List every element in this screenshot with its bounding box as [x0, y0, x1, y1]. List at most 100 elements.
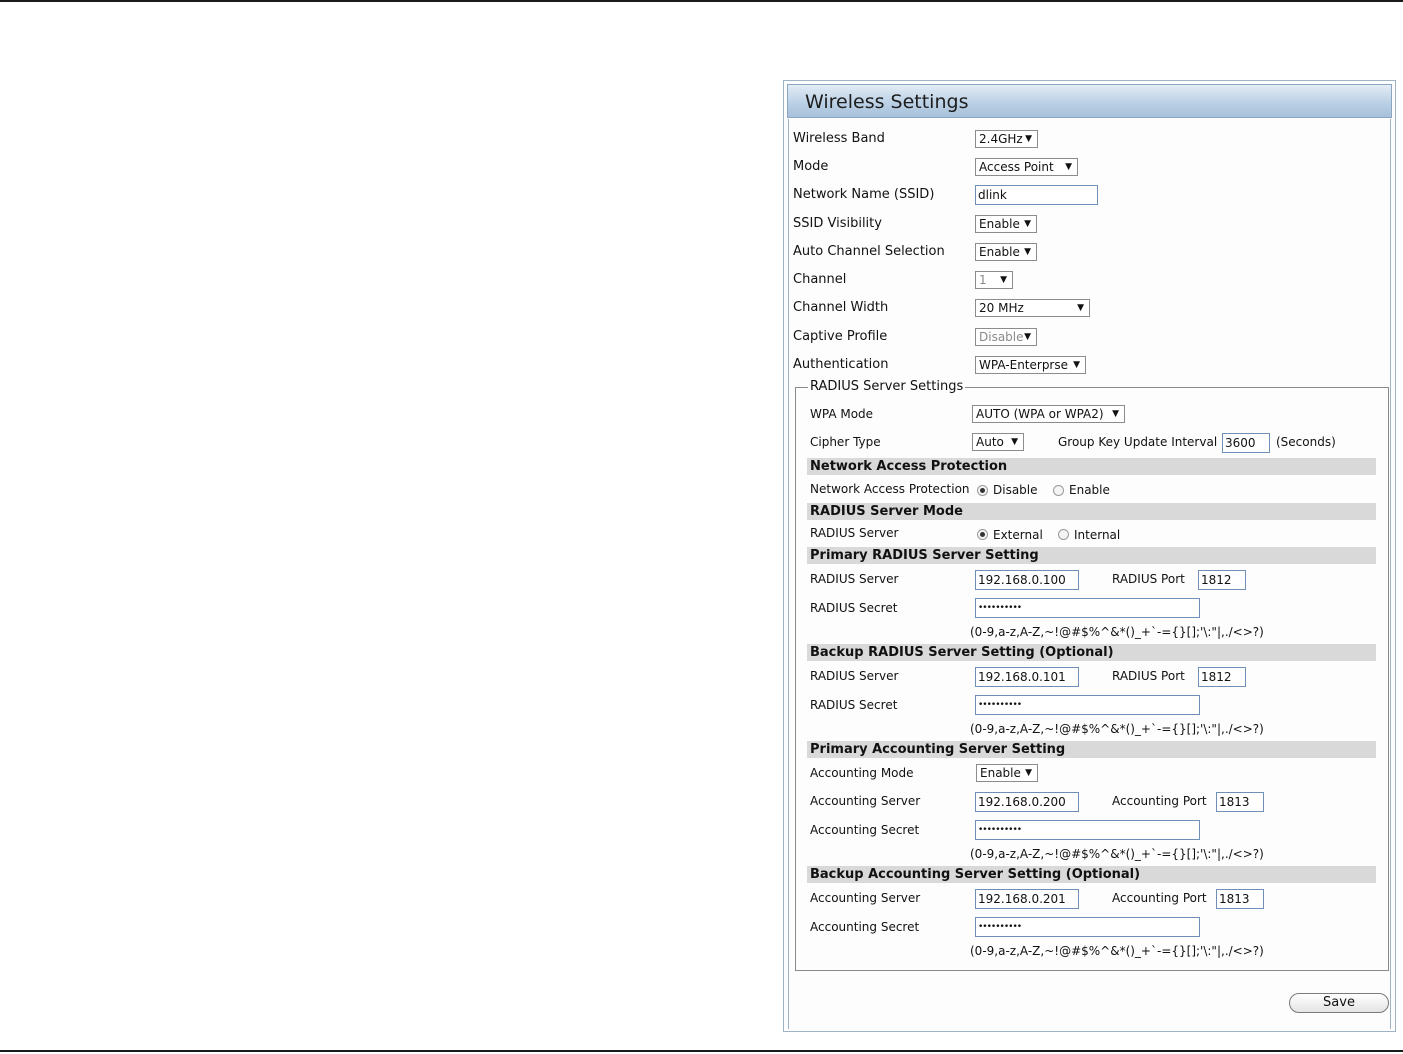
backup-acct-section-header: Backup Accounting Server Setting (Option…: [807, 866, 1376, 883]
chevron-down-icon: ▼: [1000, 275, 1007, 285]
primary-radius-section-header: Primary RADIUS Server Setting: [807, 547, 1376, 564]
chevron-down-icon: ▼: [1077, 303, 1084, 313]
chevron-down-icon: ▼: [1025, 768, 1032, 778]
channel-select[interactable]: 1 ▼: [975, 271, 1013, 289]
auto-channel-value: Enable: [979, 245, 1020, 259]
ssid-visibility-value: Enable: [979, 217, 1020, 231]
channel-label: Channel: [793, 272, 847, 287]
ssid-label: Network Name (SSID): [793, 187, 935, 202]
auto-channel-select[interactable]: Enable ▼: [975, 243, 1037, 261]
primary-radius-server-input[interactable]: 192.168.0.100: [975, 570, 1079, 590]
primary-radius-section-title: Primary RADIUS Server Setting: [810, 548, 1039, 563]
backup-acct-section-title: Backup Accounting Server Setting (Option…: [810, 867, 1141, 882]
backup-acct-server-input[interactable]: 192.168.0.201: [975, 889, 1079, 909]
backup-acct-port-label: Accounting Port: [1112, 891, 1207, 905]
nap-enable-label: Enable: [1069, 483, 1110, 497]
primary-acct-section-title: Primary Accounting Server Setting: [810, 742, 1066, 757]
mode-select[interactable]: Access Point ▼: [975, 158, 1078, 176]
server-mode-label: RADIUS Server: [810, 526, 899, 540]
chevron-down-icon: ▼: [1024, 219, 1031, 229]
internal-label: Internal: [1074, 528, 1121, 542]
save-button[interactable]: Save: [1289, 993, 1389, 1013]
accounting-mode-label: Accounting Mode: [810, 766, 914, 780]
cipher-type-label: Cipher Type: [810, 435, 881, 449]
chevron-down-icon: ▼: [1073, 360, 1080, 370]
chevron-down-icon: ▼: [1112, 409, 1119, 419]
backup-radius-server-input[interactable]: 192.168.0.101: [975, 667, 1079, 687]
nap-enable-radio[interactable]: [1053, 485, 1064, 496]
primary-radius-port-label: RADIUS Port: [1112, 572, 1185, 586]
external-radio[interactable]: [977, 529, 988, 540]
cipher-type-select[interactable]: Auto ▼: [972, 433, 1024, 451]
chevron-down-icon: ▼: [1065, 162, 1072, 172]
radius-settings-legend: RADIUS Server Settings: [808, 379, 966, 394]
nap-disable-radio[interactable]: [977, 485, 988, 496]
backup-acct-port-input[interactable]: 1813: [1216, 889, 1264, 909]
chevron-down-icon: ▼: [1024, 247, 1031, 257]
accounting-mode-select[interactable]: Enable ▼: [976, 764, 1038, 782]
nap-disable-label: Disable: [993, 483, 1038, 497]
backup-acct-server-label: Accounting Server: [810, 891, 921, 905]
primary-radius-server-label: RADIUS Server: [810, 572, 899, 586]
primary-acct-server-label: Accounting Server: [810, 794, 921, 808]
wireless-band-label: Wireless Band: [793, 131, 885, 146]
channel-width-value: 20 MHz: [979, 301, 1024, 315]
backup-radius-secret-hint: (0-9,a-z,A-Z,~!@#$%^&*()_+`-={}[];'\:"|,…: [970, 722, 1264, 736]
captive-profile-select[interactable]: Disable ▼: [975, 328, 1037, 346]
auto-channel-label: Auto Channel Selection: [793, 244, 945, 259]
backup-radius-secret-label: RADIUS Secret: [810, 698, 898, 712]
nap-label: Network Access Protection: [810, 482, 970, 496]
backup-radius-port-input[interactable]: 1812: [1198, 667, 1246, 687]
ssid-input[interactable]: dlink: [975, 185, 1098, 205]
primary-acct-port-label: Accounting Port: [1112, 794, 1207, 808]
nap-section-header: Network Access Protection: [807, 458, 1376, 475]
authentication-label: Authentication: [793, 357, 889, 372]
authentication-select[interactable]: WPA-Enterprse ▼: [975, 356, 1086, 374]
backup-radius-port-label: RADIUS Port: [1112, 669, 1185, 683]
primary-acct-secret-input[interactable]: ••••••••••: [975, 820, 1200, 840]
backup-radius-secret-input[interactable]: ••••••••••: [975, 695, 1200, 715]
channel-width-select[interactable]: 20 MHz ▼: [975, 299, 1090, 317]
captive-profile-value: Disable: [979, 330, 1024, 344]
chevron-down-icon: ▼: [1024, 332, 1031, 342]
group-key-label: Group Key Update Interval: [1058, 435, 1218, 449]
panel-title: Wireless Settings: [805, 91, 969, 113]
mode-value: Access Point: [979, 160, 1054, 174]
channel-value: 1: [979, 273, 987, 287]
panel-header: Wireless Settings: [787, 84, 1392, 118]
chevron-down-icon: ▼: [1011, 437, 1018, 447]
cipher-type-value: Auto: [976, 435, 1004, 449]
wpa-mode-value: AUTO (WPA or WPA2): [976, 407, 1104, 421]
primary-acct-port-input[interactable]: 1813: [1216, 792, 1264, 812]
backup-radius-section-title: Backup RADIUS Server Setting (Optional): [810, 645, 1114, 660]
wpa-mode-label: WPA Mode: [810, 407, 874, 421]
channel-width-label: Channel Width: [793, 300, 889, 315]
group-key-input[interactable]: 3600: [1222, 433, 1270, 453]
ssid-visibility-label: SSID Visibility: [793, 216, 882, 231]
mode-label: Mode: [793, 159, 829, 174]
internal-radio[interactable]: [1058, 529, 1069, 540]
wireless-band-value: 2.4GHz: [979, 132, 1023, 146]
primary-radius-port-input[interactable]: 1812: [1198, 570, 1246, 590]
primary-radius-secret-hint: (0-9,a-z,A-Z,~!@#$%^&*()_+`-={}[];'\:"|,…: [970, 625, 1264, 639]
top-rule: [0, 0, 1403, 2]
external-label: External: [993, 528, 1043, 542]
accounting-mode-value: Enable: [980, 766, 1021, 780]
bottom-rule: [0, 1050, 1403, 1052]
backup-acct-secret-input[interactable]: ••••••••••: [975, 917, 1200, 937]
wireless-band-select[interactable]: 2.4GHz ▼: [975, 130, 1038, 148]
ssid-visibility-select[interactable]: Enable ▼: [975, 215, 1037, 233]
primary-acct-secret-label: Accounting Secret: [810, 823, 920, 837]
captive-profile-label: Captive Profile: [793, 329, 888, 344]
backup-radius-section-header: Backup RADIUS Server Setting (Optional): [807, 644, 1376, 661]
chevron-down-icon: ▼: [1025, 134, 1032, 144]
wpa-mode-select[interactable]: AUTO (WPA or WPA2) ▼: [972, 405, 1125, 423]
authentication-value: WPA-Enterprse: [979, 358, 1069, 372]
backup-acct-secret-label: Accounting Secret: [810, 920, 920, 934]
primary-acct-server-input[interactable]: 192.168.0.200: [975, 792, 1079, 812]
primary-radius-secret-input[interactable]: ••••••••••: [975, 598, 1200, 618]
backup-radius-server-label: RADIUS Server: [810, 669, 899, 683]
group-key-unit: (Seconds): [1276, 435, 1336, 449]
server-mode-section-title: RADIUS Server Mode: [810, 504, 963, 519]
primary-acct-secret-hint: (0-9,a-z,A-Z,~!@#$%^&*()_+`-={}[];'\:"|,…: [970, 847, 1264, 861]
